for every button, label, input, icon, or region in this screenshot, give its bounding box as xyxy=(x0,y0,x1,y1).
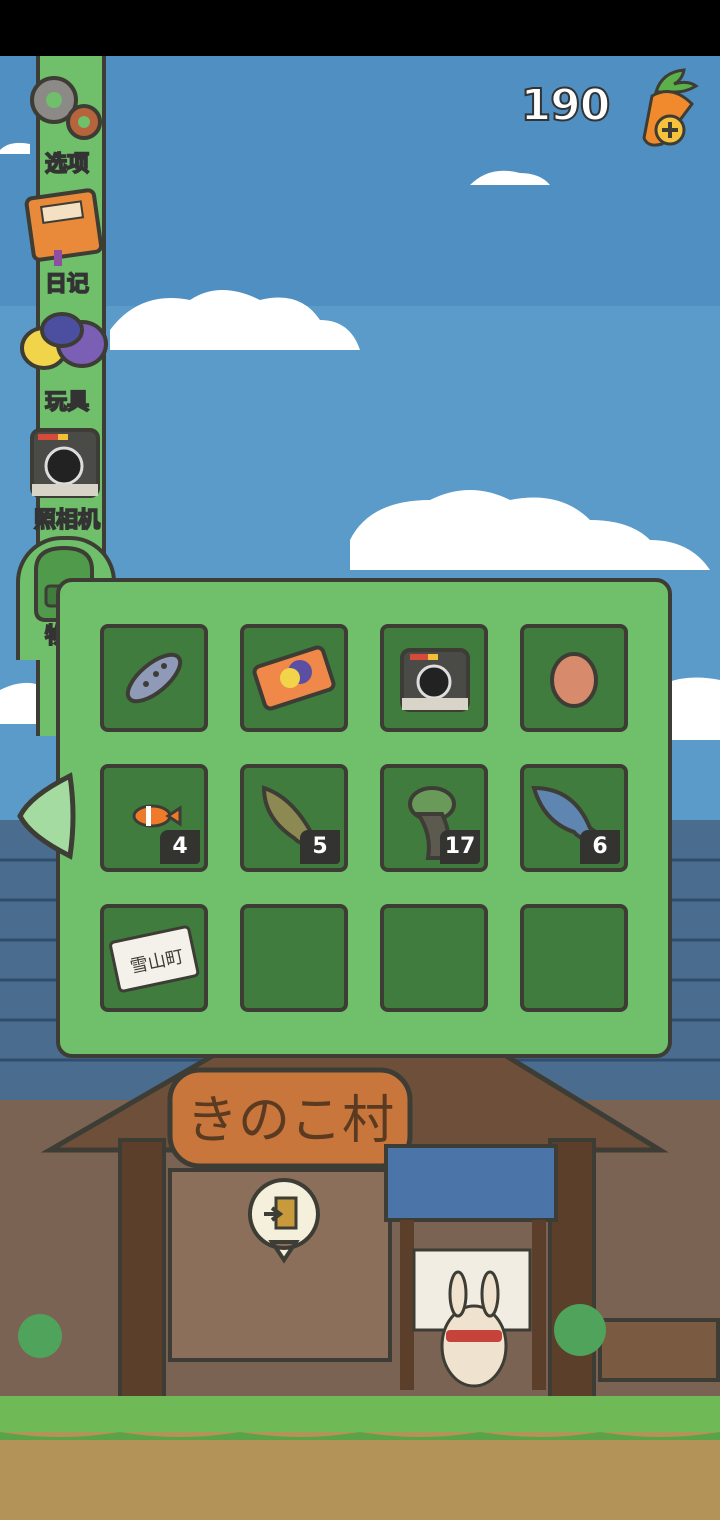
item-count: 6 xyxy=(580,830,620,864)
inventory-slot-egg[interactable] xyxy=(520,624,628,732)
menu-label-options: 选项 xyxy=(44,151,90,178)
ticket-icon xyxy=(252,645,336,711)
menu-label-diary: 日记 xyxy=(44,271,90,298)
inventory-panel: 4 5 17 6 雪山町 xyxy=(56,578,672,1058)
status-bar xyxy=(0,0,720,56)
remote-control-icon xyxy=(125,652,183,704)
inventory-slot-empty[interactable] xyxy=(380,904,488,1012)
gears-icon xyxy=(30,76,102,140)
carrot-add-icon[interactable] xyxy=(634,66,708,152)
camera-icon xyxy=(30,428,100,498)
inventory-slot-remote[interactable] xyxy=(100,624,208,732)
inventory-slot-clownfish[interactable]: 4 xyxy=(100,764,208,872)
inventory-slot-ticket[interactable] xyxy=(240,624,348,732)
prev-page-arrow-icon[interactable] xyxy=(14,770,78,862)
item-count: 4 xyxy=(160,830,200,864)
diary-icon xyxy=(24,188,104,266)
inventory-slot-empty[interactable] xyxy=(240,904,348,1012)
menu-label-camera: 照相机 xyxy=(33,507,101,534)
toys-icon xyxy=(20,312,108,370)
item-count: 5 xyxy=(300,830,340,864)
enter-door-icon[interactable] xyxy=(246,1176,322,1264)
egg-icon xyxy=(550,652,598,708)
inventory-slot-empty[interactable] xyxy=(520,904,628,1012)
inventory-slot-blue-fish[interactable]: 6 xyxy=(520,764,628,872)
station-sign-text: きのこ村 xyxy=(186,1091,394,1151)
menu-label-toys: 玩具 xyxy=(44,389,90,416)
item-count: 17 xyxy=(440,830,480,864)
inventory-slot-turtle[interactable]: 17 xyxy=(380,764,488,872)
train-ticket-icon: 雪山町 xyxy=(109,925,200,993)
carrot-count: 190 xyxy=(520,79,612,132)
inventory-slot-train-ticket[interactable]: 雪山町 xyxy=(100,904,208,1012)
inventory-slot-camera[interactable] xyxy=(380,624,488,732)
instant-camera-icon xyxy=(400,648,470,712)
inventory-slot-catfish[interactable]: 5 xyxy=(240,764,348,872)
